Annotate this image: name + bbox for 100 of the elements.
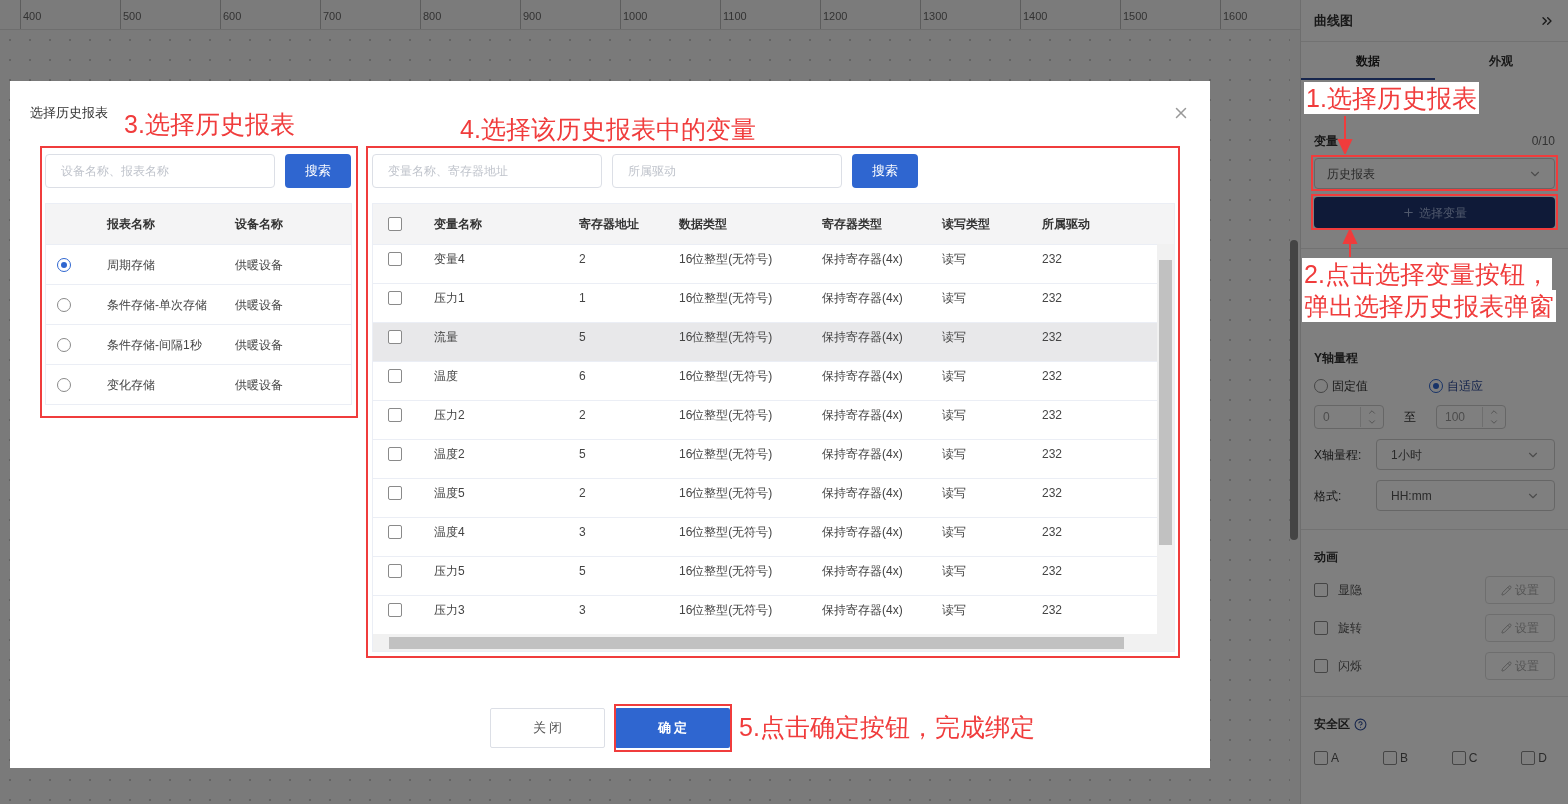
zone-option: D xyxy=(1538,749,1547,767)
ruler-label: 1500 xyxy=(1123,10,1148,22)
table-cell-text: 保持寄存器(4x) xyxy=(822,251,904,268)
search-button[interactable]: 搜索 xyxy=(285,154,351,188)
table-cell-text: 2 xyxy=(579,251,587,268)
ruler-label: 400 xyxy=(23,10,42,22)
annotation-text: 4.选择该历史报表中的变量 xyxy=(458,113,758,145)
table-cell-text: 保持寄存器(4x) xyxy=(822,446,904,463)
dialog-title: 选择历史报表 xyxy=(30,104,108,123)
to-label: 至 xyxy=(1404,409,1416,426)
driver-search-field[interactable]: 所属驱动 xyxy=(612,154,842,188)
table-cell-text: 保持寄存器(4x) xyxy=(822,329,904,346)
table-cell-text: 16位整型(无符号) xyxy=(679,485,774,502)
annotation-text: 5.点击确定按钮，完成绑定 xyxy=(737,711,1037,743)
dropdown-select[interactable]: 1小时 xyxy=(1376,439,1555,470)
safe-zone-label: 安全区 xyxy=(1314,716,1350,733)
table-cell-text: 1 xyxy=(579,290,587,307)
table-cell-text: 供暖设备 xyxy=(235,336,284,354)
table-cell-text: 供暖设备 xyxy=(235,256,284,274)
table-cell-text: 压力5 xyxy=(434,563,466,580)
field-label: 格式: xyxy=(1314,487,1343,505)
table-cell-text: 保持寄存器(4x) xyxy=(822,407,904,424)
table-cell-text: 16位整型(无符号) xyxy=(679,251,774,268)
table-cell-text: 232 xyxy=(1042,524,1064,541)
ruler-label: 1400 xyxy=(1023,10,1048,22)
table-cell-text: 条件存储-单次存储 xyxy=(107,296,208,314)
column-header: 变量名称 xyxy=(434,216,483,233)
annotation-text: 2.点击选择变量按钮， xyxy=(1302,258,1552,290)
confirm-button[interactable]: 确 定 xyxy=(615,708,730,748)
table-cell-text: 6 xyxy=(579,368,587,385)
search-button[interactable]: 搜索 xyxy=(852,154,918,188)
table-cell-text: 温度5 xyxy=(434,485,466,502)
ruler-label: 900 xyxy=(523,10,542,22)
ruler-label: 1000 xyxy=(623,10,648,22)
table-cell-text: 3 xyxy=(579,602,587,619)
dropdown-select[interactable]: HH:mm xyxy=(1376,480,1555,511)
column-header: 读写类型 xyxy=(942,216,991,233)
table-cell-text: 5 xyxy=(579,563,587,580)
table-cell-text: 压力1 xyxy=(434,290,466,307)
table-cell-text: 保持寄存器(4x) xyxy=(822,290,904,307)
ruler-label: 600 xyxy=(223,10,242,22)
zone-option: B xyxy=(1399,749,1408,767)
table-cell-text: 保持寄存器(4x) xyxy=(822,602,904,619)
column-header: 所属驱动 xyxy=(1042,216,1091,233)
table-cell-text: 232 xyxy=(1042,251,1064,268)
table-cell-text: 2 xyxy=(579,485,587,502)
table-cell-text: 5 xyxy=(579,329,587,346)
ruler-label: 1600 xyxy=(1223,10,1248,22)
table-cell-text: 周期存储 xyxy=(107,256,156,274)
table-cell-text: 16位整型(无符号) xyxy=(679,290,774,307)
table-cell-text: 读写 xyxy=(942,290,967,307)
ruler-label: 1200 xyxy=(823,10,848,22)
zone-option: A xyxy=(1331,749,1339,767)
zone-option: C xyxy=(1468,749,1478,767)
table-cell-text: 压力3 xyxy=(434,602,466,619)
report-search-field[interactable]: 设备名称、报表名称 xyxy=(45,154,275,188)
variable-label: 变量 xyxy=(1314,133,1338,150)
column-header: 报表名称 xyxy=(107,216,156,233)
animation-label: 动画 xyxy=(1314,549,1339,566)
table-cell-text: 读写 xyxy=(942,251,967,268)
table-cell-text: 温度2 xyxy=(434,446,466,463)
table-cell-text: 读写 xyxy=(942,563,967,580)
panel-tab[interactable]: 数据 xyxy=(1301,44,1435,80)
ruler-label: 1300 xyxy=(923,10,948,22)
source-select[interactable]: 历史报表 xyxy=(1314,158,1555,189)
table-cell-text: 232 xyxy=(1042,446,1064,463)
panel-title: 曲线图 xyxy=(1314,11,1353,30)
annotation-text: 弹出选择历史报表弹窗 xyxy=(1302,290,1556,322)
table-cell-text: 温度 xyxy=(434,368,459,385)
table-cell-text: 16位整型(无符号) xyxy=(679,602,774,619)
table-row[interactable]: 流量 5 16位整型(无符号) 保持寄存器(4x) 读写 232 xyxy=(373,322,1157,361)
table-cell-text: 232 xyxy=(1042,485,1064,502)
table-cell-text: 读写 xyxy=(942,524,967,541)
table-cell-text: 保持寄存器(4x) xyxy=(822,485,904,502)
table-cell-text: 保持寄存器(4x) xyxy=(822,563,904,580)
radio-label: 固定值 xyxy=(1332,378,1368,395)
table-cell-text: 变量4 xyxy=(434,251,466,268)
table-cell-text: 供暖设备 xyxy=(235,296,284,314)
table-cell-text: 232 xyxy=(1042,368,1064,385)
animation-option: 显隐 xyxy=(1338,581,1362,599)
table-cell-text: 读写 xyxy=(942,407,967,424)
table-cell-text: 变化存储 xyxy=(107,376,156,394)
close-button[interactable]: 关 闭 xyxy=(490,708,605,748)
table-cell-text: 读写 xyxy=(942,602,967,619)
table-cell-text: 16位整型(无符号) xyxy=(679,407,774,424)
table-cell-text: 读写 xyxy=(942,329,967,346)
table-cell-text: 保持寄存器(4x) xyxy=(822,368,904,385)
radio-label: 自适应 xyxy=(1447,378,1483,395)
table-cell-text: 2 xyxy=(579,407,587,424)
table-cell-text: 读写 xyxy=(942,485,967,502)
panel-tab[interactable]: 外观 xyxy=(1434,44,1568,80)
table-cell-text: 16位整型(无符号) xyxy=(679,446,774,463)
column-header: 数据类型 xyxy=(679,216,728,233)
table-cell-text: 16位整型(无符号) xyxy=(679,524,774,541)
table-cell-text: 读写 xyxy=(942,446,967,463)
table-cell-text: 保持寄存器(4x) xyxy=(822,524,904,541)
table-cell-text: 5 xyxy=(579,446,587,463)
ruler-label: 800 xyxy=(423,10,442,22)
table-cell-text: 读写 xyxy=(942,368,967,385)
column-header: 寄存器地址 xyxy=(579,216,640,233)
